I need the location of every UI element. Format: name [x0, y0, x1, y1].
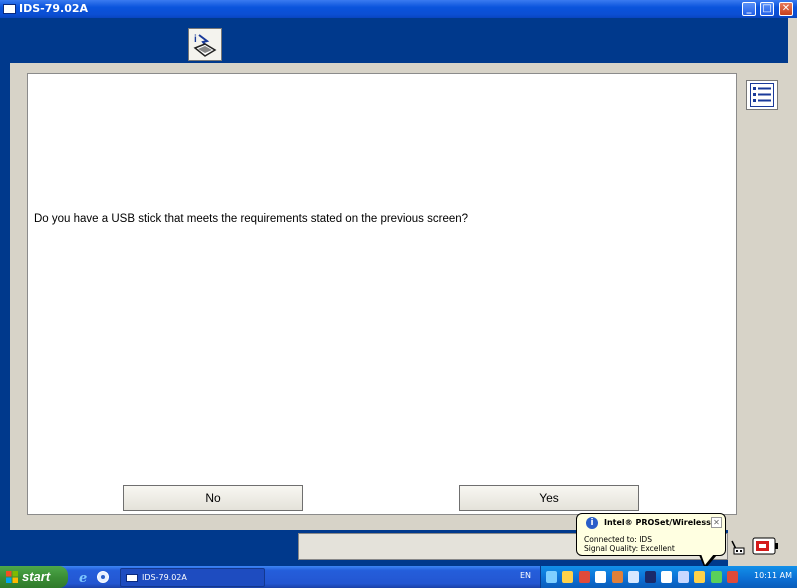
- question-text: Do you have a USB stick that meets the r…: [34, 213, 469, 225]
- battery-power-icon[interactable]: [752, 536, 780, 556]
- maximize-button[interactable]: □: [760, 2, 774, 16]
- taskbar-window-label: IDS-79.02A: [142, 573, 187, 582]
- balloon-connected-text: Connected to: IDS: [584, 535, 652, 544]
- svg-text:e: e: [79, 571, 87, 584]
- tray-volume-icon[interactable]: [546, 571, 557, 583]
- tray-device-icon[interactable]: [628, 571, 640, 583]
- app-window-icon: [3, 4, 16, 14]
- window-title: IDS-79.02A: [19, 2, 89, 15]
- app-toolbar: i: [10, 27, 788, 63]
- internet-explorer-icon[interactable]: e: [78, 570, 92, 584]
- tray-wireless-icon[interactable]: [710, 571, 722, 583]
- app-frame-right: [788, 18, 797, 566]
- tray-printer-icon[interactable]: [677, 571, 689, 583]
- minimize-button[interactable]: _: [742, 2, 756, 16]
- app-frame-top: [10, 18, 788, 27]
- window-icon: [126, 574, 138, 582]
- close-button[interactable]: ✕: [779, 2, 793, 16]
- start-label: start: [22, 569, 51, 584]
- system-tray: 10:11 AM: [540, 566, 797, 588]
- wireless-notification-balloon[interactable]: i Intel® PROSet/Wireless ✕ Connected to:…: [576, 513, 726, 556]
- tray-usb-icon[interactable]: [644, 571, 656, 583]
- balloon-tail-fill: [701, 554, 714, 565]
- info-icon: i: [586, 517, 598, 529]
- tray-antivirus-icon[interactable]: [726, 571, 738, 583]
- taskbar: start e IDS-79.02A EN 10:11 AM: [0, 566, 797, 588]
- tray-network-icon[interactable]: [562, 571, 574, 583]
- balloon-close-button[interactable]: ✕: [711, 517, 722, 528]
- list-icon: [750, 83, 774, 107]
- tray-app-icon[interactable]: [611, 571, 623, 583]
- language-indicator[interactable]: EN: [520, 571, 531, 580]
- keyboard-icon[interactable]: [730, 539, 746, 555]
- yes-button[interactable]: Yes: [459, 485, 639, 511]
- balloon-title: Intel® PROSet/Wireless: [604, 518, 711, 527]
- app-frame-left: [0, 18, 10, 566]
- tray-security-icon[interactable]: [578, 571, 590, 583]
- svg-text:i: i: [194, 34, 197, 45]
- main-content-panel: Do you have a USB stick that meets the r…: [27, 73, 737, 515]
- balloon-signal-text: Signal Quality: Excellent: [584, 544, 675, 553]
- media-player-icon[interactable]: [96, 570, 110, 584]
- windows-flag-icon: [6, 571, 18, 583]
- clock[interactable]: 10:11 AM: [754, 571, 792, 580]
- no-button[interactable]: No: [123, 485, 303, 511]
- screen: IDS-79.02A _ □ ✕ i Do you have a USB sti…: [0, 0, 797, 588]
- taskbar-window-button[interactable]: IDS-79.02A: [120, 568, 265, 587]
- tray-display-icon[interactable]: [595, 571, 607, 583]
- start-button[interactable]: start: [0, 566, 68, 588]
- tray-monitor-icon[interactable]: [661, 571, 673, 583]
- tray-update-icon[interactable]: [694, 571, 706, 583]
- list-menu-button[interactable]: [746, 80, 778, 110]
- title-bar[interactable]: IDS-79.02A _ □ ✕: [0, 0, 797, 18]
- help-tool-button[interactable]: i: [188, 28, 222, 61]
- ids-help-icon: i: [193, 34, 217, 57]
